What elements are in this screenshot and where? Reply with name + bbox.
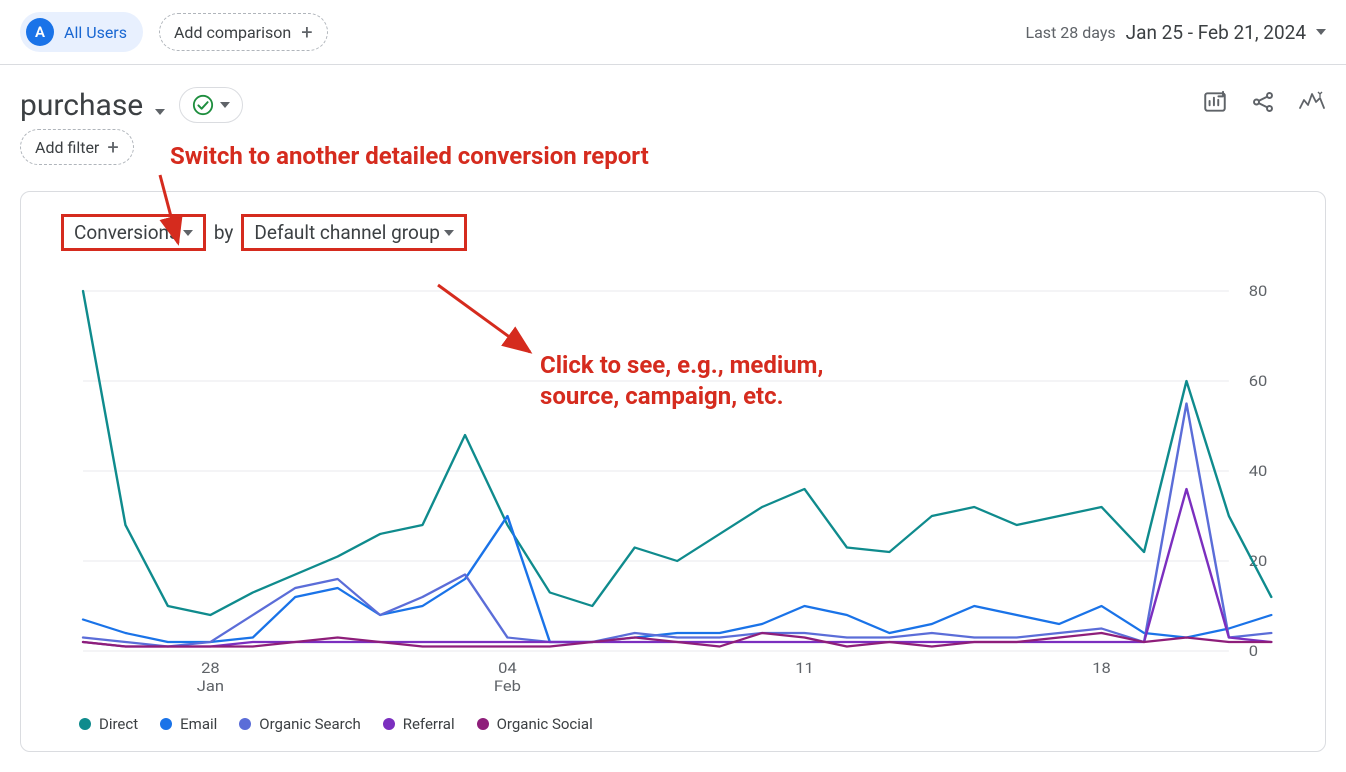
svg-text:40: 40 (1249, 462, 1268, 480)
legend-label: Referral (403, 715, 455, 733)
add-comparison-button[interactable]: Add comparison + (159, 13, 328, 51)
dimension-label: Default channel group (254, 221, 440, 244)
svg-text:Jan: Jan (197, 677, 224, 695)
legend-label: Organic Search (259, 715, 360, 733)
add-filter-label: Add filter (35, 138, 99, 157)
date-range-label: Last 28 days (1025, 23, 1115, 42)
svg-text:0: 0 (1249, 642, 1258, 660)
annotation-text: Switch to another detailed conversion re… (170, 142, 649, 170)
line-chart: 02040608028Jan04Feb1118 (61, 281, 1295, 701)
plus-icon: + (301, 22, 312, 42)
svg-text:60: 60 (1249, 372, 1268, 390)
legend-item[interactable]: Email (160, 715, 217, 733)
check-circle-icon (192, 94, 214, 116)
report-title[interactable]: purchase (20, 88, 165, 123)
add-comparison-label: Add comparison (174, 23, 291, 42)
segment-label: All Users (64, 23, 127, 42)
legend-item[interactable]: Direct (79, 715, 138, 733)
chevron-down-icon (1316, 29, 1326, 35)
plus-icon: + (107, 137, 118, 157)
legend-dot (477, 718, 489, 730)
svg-text:04: 04 (498, 659, 517, 677)
chart-legend: Direct Email Organic Search Referral Organic… (61, 715, 1295, 733)
legend-dot (160, 718, 172, 730)
svg-text:80: 80 (1249, 282, 1268, 300)
legend-label: Organic Social (497, 715, 593, 733)
by-separator: by (206, 221, 242, 244)
legend-label: Direct (99, 715, 138, 733)
chevron-down-icon (220, 102, 230, 108)
dimension-dropdown[interactable]: Default channel group (241, 214, 467, 251)
segment-letter-badge: A (26, 18, 54, 46)
metric-dropdown[interactable]: Conversions (61, 214, 206, 251)
legend-item[interactable]: Organic Search (239, 715, 360, 733)
svg-text:11: 11 (795, 659, 814, 677)
insights-icon[interactable] (1298, 89, 1326, 121)
legend-item[interactable]: Referral (383, 715, 455, 733)
metric-label: Conversions (74, 221, 179, 244)
add-filter-button[interactable]: Add filter + (20, 129, 134, 165)
date-range-value: Jan 25 - Feb 21, 2024 (1126, 21, 1306, 44)
svg-text:18: 18 (1092, 659, 1111, 677)
legend-dot (383, 718, 395, 730)
customize-report-icon[interactable] (1202, 89, 1228, 121)
chevron-down-icon (183, 230, 193, 236)
legend-dot (79, 718, 91, 730)
report-title-text: purchase (20, 88, 143, 123)
svg-text:28: 28 (201, 659, 220, 677)
date-range-picker[interactable]: Last 28 days Jan 25 - Feb 21, 2024 (1025, 21, 1326, 44)
legend-label: Email (180, 715, 217, 733)
chart-card: Conversions by Default channel group 020… (20, 191, 1326, 752)
chevron-down-icon (155, 109, 165, 115)
legend-dot (239, 718, 251, 730)
legend-item[interactable]: Organic Social (477, 715, 593, 733)
segment-chip-all-users[interactable]: A All Users (20, 12, 143, 52)
status-dropdown[interactable] (179, 87, 243, 123)
chevron-down-icon (444, 230, 454, 236)
share-icon[interactable] (1250, 89, 1276, 121)
svg-text:Feb: Feb (494, 677, 521, 695)
